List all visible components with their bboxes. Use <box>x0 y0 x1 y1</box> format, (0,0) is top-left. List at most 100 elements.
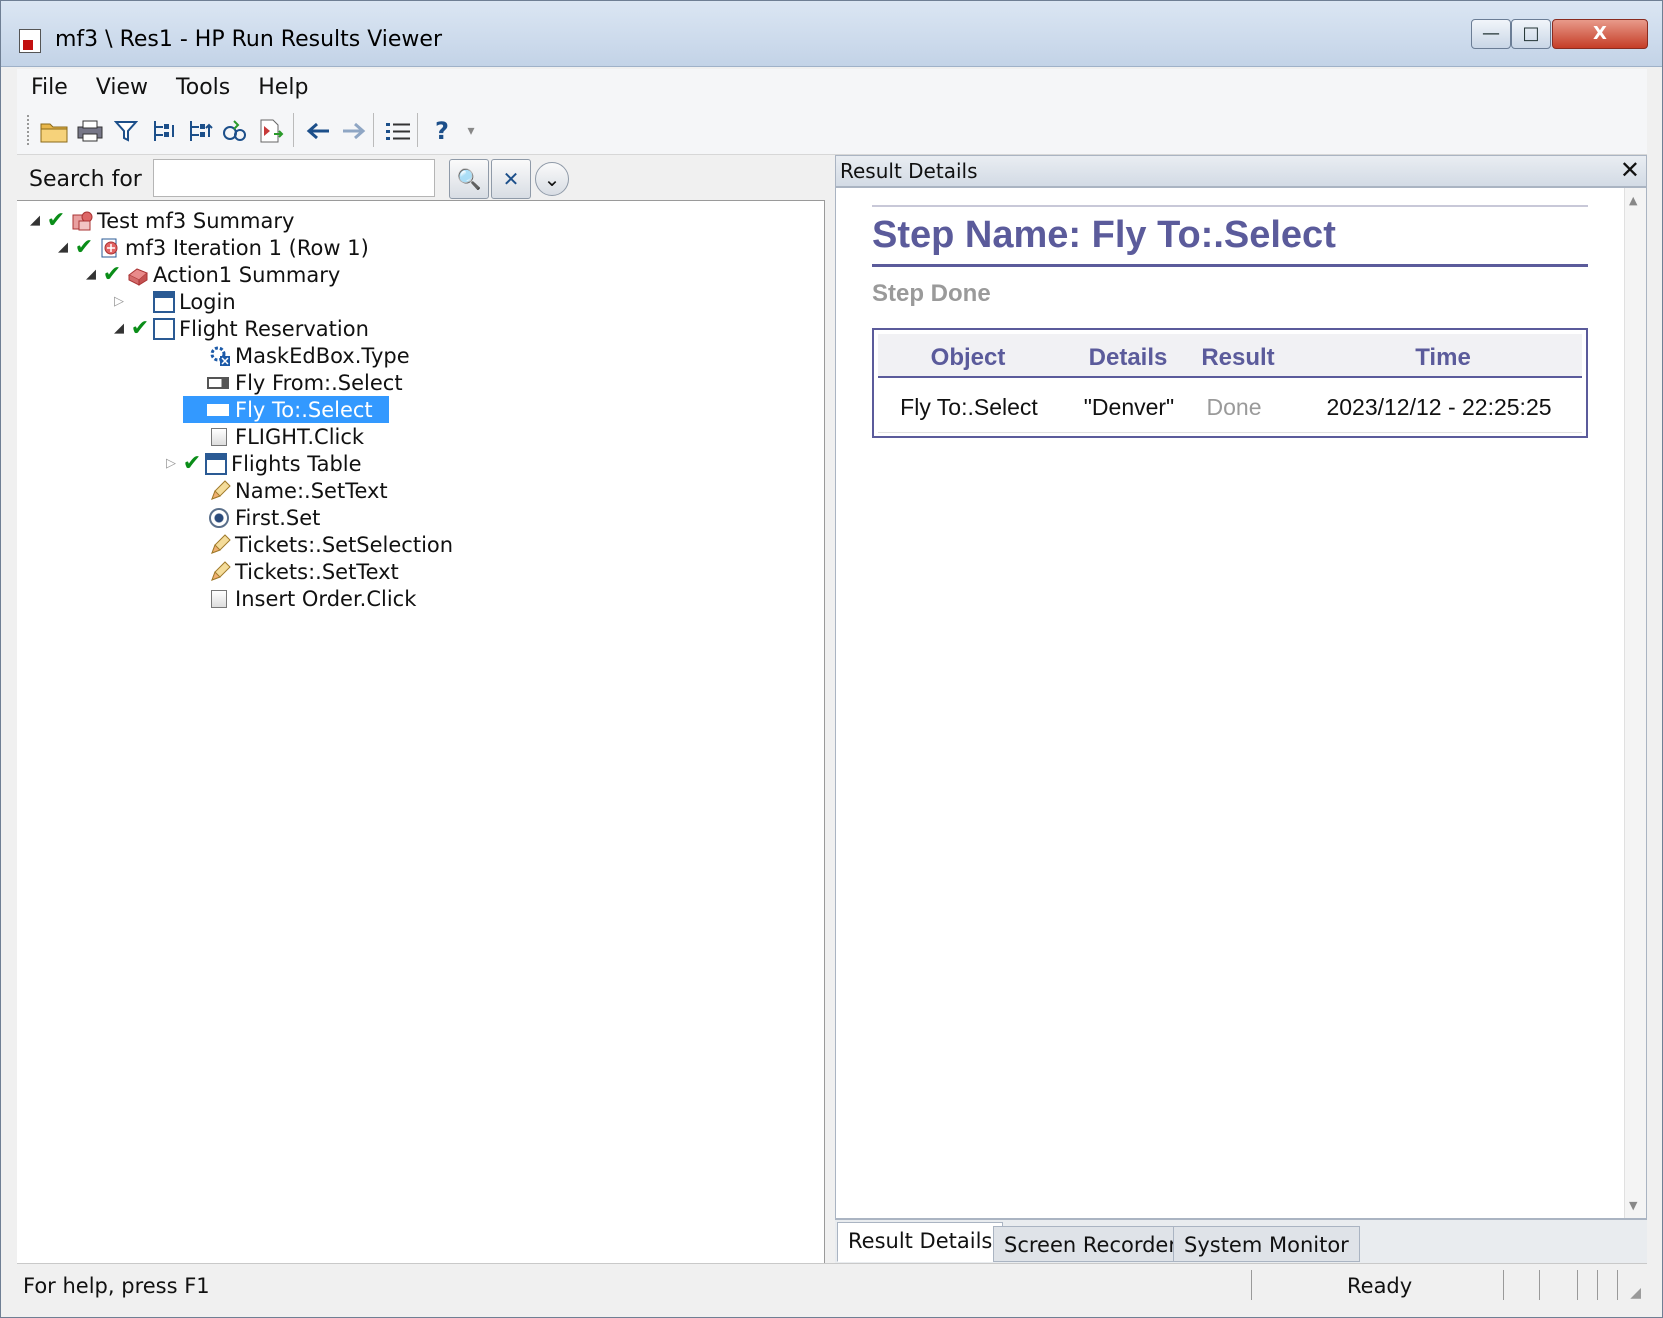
tree-item-flights-table[interactable]: ▷ ✔ Flights Table <box>163 450 362 477</box>
menu-file[interactable]: File <box>17 75 82 100</box>
clear-search-button[interactable]: ✕ <box>491 159 531 199</box>
tree-item-tickets-setselection[interactable]: Tickets:.SetSelection <box>207 531 453 558</box>
check-icon: ✔ <box>130 316 150 341</box>
column-header-result: Result <box>1201 344 1275 371</box>
close-button[interactable]: X <box>1552 19 1648 49</box>
tree-item-label: Tickets:.SetText <box>235 559 399 584</box>
expand-arrow-icon[interactable]: ◢ <box>55 240 71 255</box>
window-icon <box>205 452 227 475</box>
divider <box>872 205 1588 207</box>
tree-item-login[interactable]: ▷ Login <box>111 288 236 315</box>
open-folder-icon[interactable] <box>37 115 71 147</box>
tree-item-fly-from-select[interactable]: Fly From:.Select <box>207 369 403 396</box>
search-icon: 🔍 <box>456 167 482 191</box>
forward-arrow-icon[interactable] <box>337 115 371 147</box>
minimize-button[interactable]: — <box>1471 19 1511 49</box>
back-arrow-icon[interactable] <box>301 115 335 147</box>
menu-help[interactable]: Help <box>244 75 322 100</box>
tree-item-flight-reservation[interactable]: ◢ ✔ Flight Reservation <box>111 315 369 342</box>
vertical-scrollbar[interactable]: ▲ ▼ <box>1624 188 1646 1218</box>
column-header-time: Time <box>1415 344 1471 371</box>
tree-item-label: Flights Table <box>231 451 362 476</box>
list-icon[interactable] <box>381 115 415 147</box>
search-bar: Search for 🔍 ✕ ⌄ <box>17 155 825 201</box>
collapse-tree-icon[interactable] <box>183 115 217 147</box>
app-window: mf3 \ Res1 - HP Run Results Viewer — □ X… <box>0 0 1663 1318</box>
maximize-button[interactable]: □ <box>1511 19 1551 49</box>
action-icon <box>125 263 151 287</box>
tree-item-fly-to-select[interactable]: Fly To:.Select <box>183 396 389 423</box>
edit-icon <box>207 479 233 503</box>
window-icon <box>153 290 175 313</box>
row-divider <box>878 432 1582 433</box>
table-header-row: Object Details Result Time <box>878 334 1582 378</box>
tree-item-label: Fly To:.Select <box>235 397 373 422</box>
tree-item-name-settext[interactable]: Name:.SetText <box>207 477 388 504</box>
column-header-object: Object <box>930 344 1006 371</box>
expand-arrow-icon[interactable]: ▷ <box>111 294 127 309</box>
tree-item-first-set[interactable]: First.Set <box>207 504 320 531</box>
step-name: Step Name: Fly To:.Select <box>872 214 1336 256</box>
scroll-down-icon[interactable]: ▼ <box>1629 1199 1637 1212</box>
iteration-icon <box>97 236 123 260</box>
tree-item-action-summary[interactable]: ◢ ✔ Action1 Summary <box>83 261 340 288</box>
help-icon[interactable]: ? <box>425 115 459 147</box>
tab-screen-recorder[interactable]: Screen Recorder <box>993 1226 1188 1262</box>
tab-result-details[interactable]: Result Details <box>837 1222 1004 1262</box>
search-input[interactable] <box>153 159 435 197</box>
tab-system-monitor[interactable]: System Monitor <box>1173 1226 1360 1262</box>
tree-item-label: mf3 Iteration 1 (Row 1) <box>125 235 369 260</box>
cell-result: Done <box>1206 394 1262 420</box>
expand-arrow-icon[interactable]: ◢ <box>83 267 99 282</box>
tree-item-label: Fly From:.Select <box>235 370 403 395</box>
details-body: Step Name: Fly To:.Select Step Done Obje… <box>835 187 1647 1219</box>
expand-arrow-icon[interactable]: ◢ <box>111 321 127 336</box>
print-icon[interactable] <box>73 115 107 147</box>
menu-tools[interactable]: Tools <box>162 75 244 100</box>
tree-item-insert-order-click[interactable]: Insert Order.Click <box>207 585 416 612</box>
divider <box>872 264 1588 267</box>
toolbar-overflow-icon[interactable]: ▾ <box>463 115 479 147</box>
filter-icon[interactable] <box>109 115 143 147</box>
edit-icon <box>207 533 233 557</box>
search-button[interactable]: 🔍 <box>449 159 489 199</box>
tree-item-label: Name:.SetText <box>235 478 388 503</box>
results-tree-pane: Search for 🔍 ✕ ⌄ ◢ ✔ Test mf3 Summary ◢ … <box>17 155 825 1263</box>
tree-item-iteration[interactable]: ◢ ✔ mf3 Iteration 1 (Row 1) <box>55 234 369 261</box>
menu-bar: File View Tools Help <box>17 69 1647 105</box>
expand-tree-icon[interactable] <box>147 115 181 147</box>
tree-item-flight-click[interactable]: FLIGHT.Click <box>207 423 364 450</box>
expand-arrow-icon[interactable]: ◢ <box>27 213 43 228</box>
button-icon <box>207 425 233 449</box>
expand-arrow-icon[interactable]: ▷ <box>163 456 179 471</box>
export-icon[interactable] <box>255 115 289 147</box>
edit-icon <box>207 560 233 584</box>
cell-details: "Denver" <box>1083 394 1175 420</box>
check-icon: ✔ <box>74 235 94 260</box>
pane-header: Result Details ✕ <box>835 155 1647 187</box>
pane-title: Result Details <box>840 159 978 183</box>
cell-object: Fly To:.Select <box>900 394 1038 420</box>
tree-item-label: Flight Reservation <box>179 316 369 341</box>
clear-icon: ✕ <box>502 167 520 191</box>
chevron-down-icon: ⌄ <box>543 167 561 191</box>
tree-item-maskedbox-type[interactable]: MaskEdBox.Type <box>207 342 410 369</box>
tree-item-label: MaskEdBox.Type <box>235 343 410 368</box>
scroll-up-icon[interactable]: ▲ <box>1629 194 1637 207</box>
tree-item-test-summary[interactable]: ◢ ✔ Test mf3 Summary <box>27 207 294 234</box>
toolbar-grip[interactable] <box>27 115 30 145</box>
menu-view[interactable]: View <box>82 75 162 100</box>
search-options-button[interactable]: ⌄ <box>535 162 569 196</box>
window-icon <box>153 317 175 340</box>
tree-item-label: Login <box>179 289 236 314</box>
resize-grip-icon[interactable]: ◢ <box>1630 1285 1641 1301</box>
tree-item-tickets-settext[interactable]: Tickets:.SetText <box>207 558 399 585</box>
tree-item-label: FLIGHT.Click <box>235 424 365 449</box>
tree-item-label: First.Set <box>235 505 321 530</box>
status-bar: For help, press F1 Ready ◢ <box>17 1263 1647 1305</box>
close-pane-icon[interactable]: ✕ <box>1620 156 1640 184</box>
jump-to-step-icon[interactable] <box>219 115 253 147</box>
check-icon: ✔ <box>182 451 202 476</box>
summary-icon <box>69 209 95 233</box>
cell-time: 2023/12/12 - 22:25:25 <box>1326 394 1552 420</box>
